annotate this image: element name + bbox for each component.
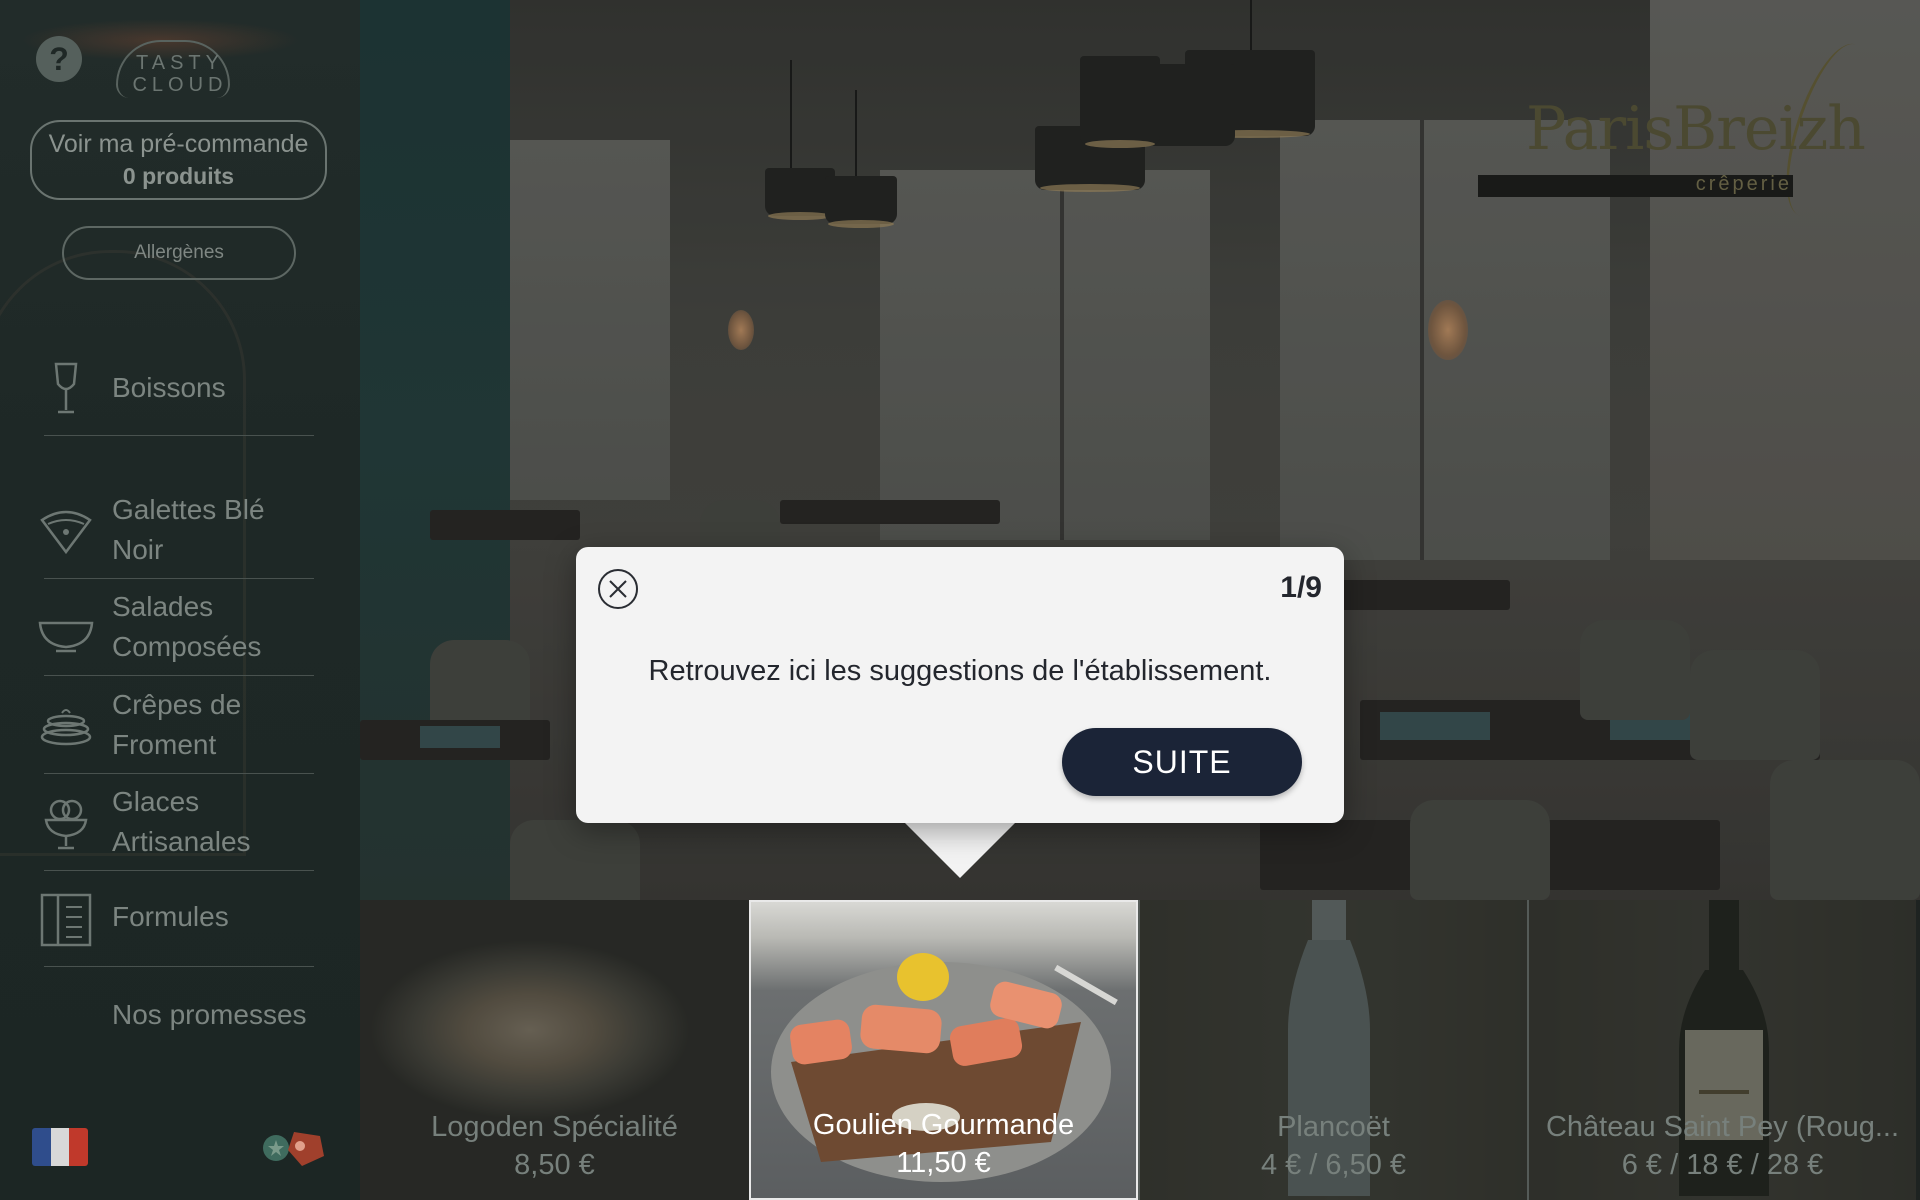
product-card[interactable]: Château Saint Pey (Roug... 6 € / 18 € / … (1527, 900, 1916, 1200)
sidebar-item-crepes[interactable]: Crêpes de Froment (36, 685, 316, 774)
divider (44, 435, 314, 436)
sidebar-item-label: Formules (112, 901, 229, 932)
sidebar-item-label: Salades Composées (112, 591, 262, 662)
sidebar-item-label: Galettes Blé Noir (112, 494, 265, 565)
sidebar-item-formules[interactable]: Formules (36, 885, 316, 967)
product-name: Château Saint Pey (Roug... (1545, 1111, 1900, 1143)
product-price: 8,50 € (514, 1149, 595, 1181)
product-price: 6 € / 18 € / 28 € (1621, 1149, 1824, 1181)
ice-cream-cup-icon (44, 799, 88, 850)
flag-fr-icon[interactable] (32, 1128, 88, 1166)
product-card[interactable]: Logoden Spécialité 8,50 € (360, 900, 749, 1200)
divider (44, 578, 314, 579)
preorder-label: Voir ma pré-commande (48, 130, 309, 158)
product-price: 4 € / 6,50 € (1260, 1149, 1407, 1181)
product-name: Plancoët (1277, 1111, 1390, 1143)
onboarding-popup: 1/9 Retrouvez ici les suggestions de l'é… (576, 547, 1344, 823)
product-price: 11,50 € (896, 1147, 991, 1179)
suggestions-strip: Logoden Spécialité 8,50 € Goulien Gourma… (360, 900, 1920, 1200)
sidebar-item-promesses[interactable]: Nos promesses (36, 995, 316, 1045)
preorder-count: 0 produits (122, 163, 235, 189)
sidebar-item-label: Boissons (112, 372, 226, 403)
crepe-stack-icon (40, 709, 92, 746)
wine-glass-icon (54, 362, 78, 414)
product-card[interactable]: Plancoët 4 € / 6,50 € (1138, 900, 1527, 1200)
step-counter: 1/9 (1280, 571, 1322, 604)
sidebar-item-glaces[interactable]: Glaces Artisanales (36, 782, 316, 871)
tasty-cloud-logo: TASTY CLOUD (110, 28, 250, 98)
sidebar-item-label: Crêpes de Froment (112, 689, 242, 760)
salad-bowl-icon (38, 621, 94, 653)
help-icon[interactable]: ? (36, 36, 82, 82)
loyalty-tags-icon[interactable] (262, 1126, 328, 1170)
sidebar: ? TASTY CLOUD Voir ma pré-commande 0 pro… (0, 0, 360, 1200)
menu-book-icon (40, 893, 92, 947)
product-card-highlighted[interactable]: Goulien Gourmande 11,50 € (749, 900, 1138, 1200)
sidebar-item-galettes[interactable]: Galettes Blé Noir (36, 490, 316, 579)
next-button[interactable]: SUITE (1062, 728, 1302, 796)
divider (44, 966, 314, 967)
sidebar-item-label: Glaces Artisanales (112, 786, 251, 857)
product-name: Logoden Spécialité (431, 1111, 678, 1143)
product-name: Goulien Gourmande (812, 1109, 1075, 1141)
sidebar-item-salades[interactable]: Salades Composées (36, 587, 316, 676)
close-button[interactable] (598, 569, 638, 609)
close-icon (609, 580, 627, 598)
view-preorder-button[interactable]: Voir ma pré-commande 0 produits (30, 120, 327, 200)
allergens-button[interactable]: Allergènes (62, 226, 296, 280)
popup-message: Retrouvez ici les suggestions de l'établ… (648, 655, 1272, 687)
divider (44, 675, 314, 676)
popup-pointer (904, 822, 1016, 878)
galette-icon (40, 510, 92, 555)
brand-line2: CLOUD (132, 74, 228, 96)
brand-line1: TASTY (136, 52, 224, 74)
divider (44, 773, 314, 774)
divider (44, 870, 314, 871)
sidebar-item-boissons[interactable]: Boissons (36, 360, 316, 436)
sidebar-item-label: Nos promesses (112, 999, 307, 1030)
